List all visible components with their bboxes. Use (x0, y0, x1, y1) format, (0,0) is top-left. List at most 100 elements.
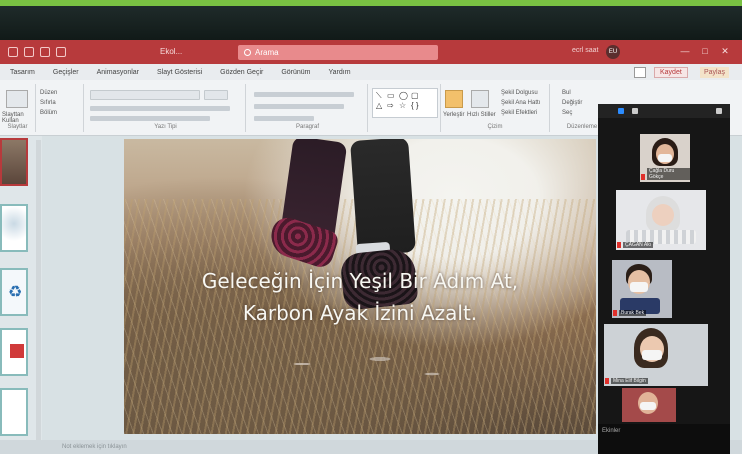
shape-outline-button[interactable]: Şekil Ana Hattı (501, 100, 540, 106)
arrange-button[interactable]: Yerleştir (443, 112, 464, 118)
slide-thumbnail[interactable] (0, 388, 28, 436)
font-size-select[interactable] (204, 90, 228, 100)
ribbon-group-layout: Düzen Sıfırla Bölüm (36, 84, 84, 132)
monitor-bezel (0, 6, 742, 40)
title-bar: Ekol... Arama ecrl saat EU — □ ✕ (0, 40, 742, 64)
participant-tile[interactable]: Mina Elif Bilgin (604, 324, 708, 386)
muted-mic-icon (617, 242, 621, 248)
shape-fill-button[interactable]: Şekil Dolgusu (501, 90, 538, 96)
participant-name: Ekinler (602, 428, 621, 434)
photo-frame: Ekol... Arama ecrl saat EU — □ ✕ Tasarım… (0, 0, 742, 454)
tab-design[interactable]: Tasarım (10, 69, 35, 76)
record-button[interactable]: Kaydet (654, 67, 688, 78)
shapes-gallery[interactable]: ⟍ ▭ ◯ ▢ △ ⇨ ☆ { } (372, 88, 438, 118)
thumbnail-image (10, 344, 24, 358)
participant-tile[interactable] (622, 388, 676, 422)
slide-title-line-1[interactable]: Geleceğin İçin Yeşil Bir Adım At, (124, 269, 596, 293)
face-mask (658, 154, 672, 162)
font-color-bar[interactable] (90, 116, 210, 121)
face-mask (640, 402, 656, 410)
font-name-select[interactable] (90, 90, 200, 100)
tab-animations[interactable]: Animasyonlar (97, 69, 139, 76)
line-shape-icon[interactable]: ⟍ (376, 91, 382, 101)
triangle-shape-icon[interactable]: △ (376, 101, 382, 110)
tab-slideshow[interactable]: Slayt Gösterisi (157, 69, 202, 76)
participant-tile[interactable]: ÇAĞAN Akı (616, 190, 706, 250)
star-shape-icon[interactable]: ☆ (399, 101, 406, 110)
muted-mic-icon (613, 310, 617, 316)
close-button[interactable]: ✕ (720, 46, 730, 56)
undo-icon[interactable] (24, 47, 34, 57)
view-toggle-icon[interactable] (618, 108, 624, 114)
slide-title-line-2[interactable]: Karbon Ayak İzini Azalt. (124, 301, 596, 325)
stones-image (224, 339, 484, 389)
video-call-panel: Çağla Duru Gökçe ÇAĞAN Akı Burak Bek Min… (598, 104, 730, 454)
ribbon-group-drawing: Yerleştir Hızlı Stiller Şekil Dolgusu Şe… (440, 84, 550, 132)
new-slide-label[interactable]: Slayttan Kullan (2, 112, 36, 124)
section-button[interactable]: Bölüm (40, 110, 57, 116)
find-button[interactable]: Bul (562, 90, 571, 96)
search-input[interactable]: Arama (238, 45, 438, 60)
rect-shape-icon[interactable]: ▭ (387, 91, 395, 100)
reset-button[interactable]: Sıfırla (40, 100, 56, 106)
group-label-slides: Slaytlar (7, 124, 28, 130)
presenter-icon[interactable] (56, 47, 66, 57)
brace-shape-icon[interactable]: { } (411, 101, 419, 110)
thumbnail-scrollbar[interactable] (36, 140, 41, 450)
list-controls[interactable] (254, 92, 354, 97)
slide-thumbnail[interactable] (0, 204, 28, 252)
maximize-button[interactable]: □ (700, 46, 710, 56)
video-panel-footer: Ekinler (598, 424, 730, 454)
arrange-icon[interactable] (445, 90, 463, 108)
user-name: ecrl saat (572, 47, 599, 54)
participant-name: Burak Bek (619, 310, 647, 316)
tab-transitions[interactable]: Geçişler (53, 69, 79, 76)
group-label-font: Yazı Tipi (154, 124, 177, 130)
align-controls[interactable] (254, 104, 344, 109)
tab-help[interactable]: Yardım (329, 69, 351, 76)
redo-icon[interactable] (40, 47, 50, 57)
face-mask (630, 282, 648, 292)
avatar[interactable]: EU (606, 45, 620, 59)
participant-tile[interactable]: Burak Bek (612, 260, 672, 318)
shape-effects-button[interactable]: Şekil Efektleri (501, 110, 537, 116)
recycle-icon: ♻ (8, 284, 23, 301)
gallery-icon[interactable] (632, 108, 638, 114)
minimize-button[interactable]: — (680, 46, 690, 56)
group-label-paragraph: Paragraf (295, 124, 319, 130)
quick-styles-icon[interactable] (471, 90, 489, 108)
muted-mic-icon (641, 174, 645, 180)
group-label-drawing: Çizim (487, 124, 503, 130)
participant-name: Mina Elif Bilgin (611, 378, 648, 384)
slide-canvas[interactable]: Geleceğin İçin Yeşil Bir Adım At, Karbon… (124, 139, 596, 434)
font-format-bar[interactable] (90, 106, 230, 111)
layout-button[interactable]: Düzen (40, 90, 57, 96)
comments-icon[interactable] (634, 67, 646, 78)
face-mask (642, 350, 662, 360)
share-button[interactable]: Paylaş (700, 67, 730, 78)
slide-thumbnail[interactable] (0, 328, 28, 376)
search-placeholder: Arama (255, 48, 279, 57)
save-icon[interactable] (8, 47, 18, 57)
spacing-controls[interactable] (254, 116, 314, 121)
muted-mic-icon (605, 378, 609, 384)
new-slide-icon[interactable] (6, 90, 28, 108)
slide-thumbnail[interactable]: ♻ (0, 268, 28, 316)
participant-face (652, 204, 674, 226)
select-button[interactable]: Seç (562, 110, 572, 116)
oval-shape-icon[interactable]: ◯ (399, 91, 408, 100)
quick-styles-button[interactable]: Hızlı Stiller (467, 112, 497, 118)
notes-placeholder[interactable]: Not eklemek için tıklayın (62, 444, 127, 450)
rounded-rect-icon[interactable]: ▢ (411, 91, 419, 100)
search-icon (244, 49, 251, 56)
participant-tile[interactable]: Çağla Duru Gökçe (640, 134, 690, 182)
minimize-panel-icon[interactable] (716, 108, 722, 114)
ribbon-group-slides: Slayttan Kullan Slaytlar (0, 84, 36, 132)
slide-thumbnail[interactable] (0, 138, 28, 186)
arrow-shape-icon[interactable]: ⇨ (387, 101, 394, 110)
tab-view[interactable]: Görünüm (281, 69, 310, 76)
replace-button[interactable]: Değiştir (562, 100, 582, 106)
ribbon-group-font: Yazı Tipi (86, 84, 246, 132)
tab-review[interactable]: Gözden Geçir (220, 69, 263, 76)
document-title: Ekol... (160, 47, 183, 56)
